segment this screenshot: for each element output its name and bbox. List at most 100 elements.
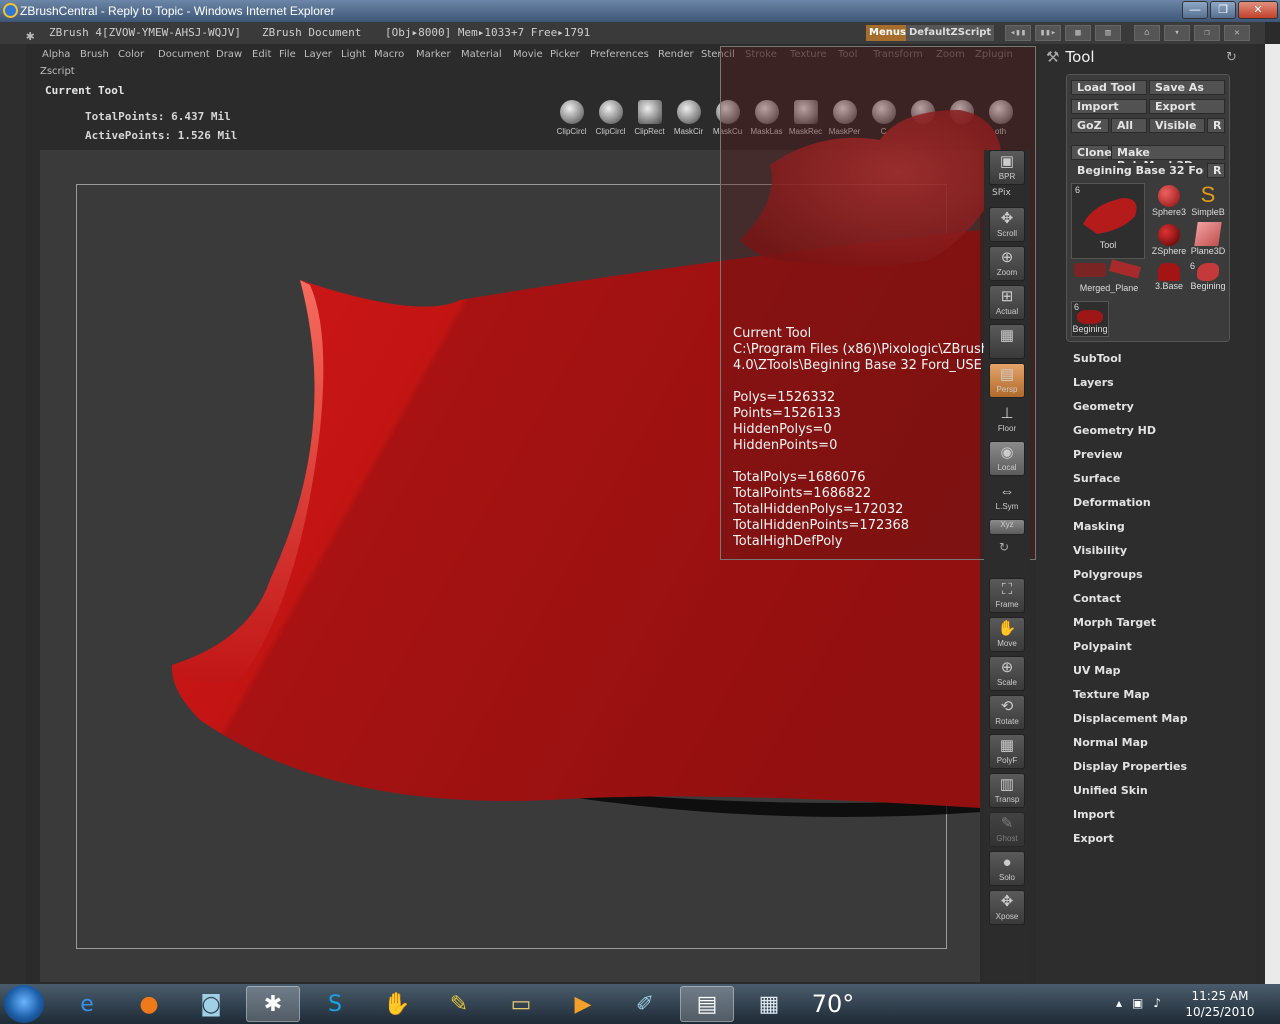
- tool-subpalettes: SubTool Layers Geometry Geometry HD Prev…: [1073, 352, 1188, 856]
- taskbar-firefox-icon[interactable]: ●: [122, 986, 176, 1022]
- frame-button[interactable]: ⛶ Frame: [989, 578, 1025, 613]
- transp-button[interactable]: ▥ Transp: [989, 773, 1025, 808]
- subpalette-visibility[interactable]: Visibility: [1073, 544, 1188, 568]
- tool-plane3d[interactable]: Plane3D: [1188, 222, 1228, 256]
- goz-r-button[interactable]: R: [1207, 118, 1225, 133]
- floor-button[interactable]: ⊥ Floor: [989, 402, 1025, 437]
- floor-icon: ⊥: [1000, 405, 1014, 422]
- subpalette-unified-skin[interactable]: Unified Skin: [1073, 784, 1188, 808]
- move-icon: ✋: [997, 620, 1017, 637]
- aahalf-button[interactable]: ▦: [989, 324, 1025, 359]
- visible-button[interactable]: Visible: [1149, 118, 1205, 133]
- browser-scrollbar[interactable]: [1265, 44, 1280, 984]
- subpalette-morph-target[interactable]: Morph Target: [1073, 616, 1188, 640]
- weather-gadget[interactable]: 70°: [806, 986, 860, 1022]
- taskbar-pen-icon[interactable]: ✎: [432, 986, 486, 1022]
- rotate-axis-icon[interactable]: ↻: [999, 540, 1009, 554]
- goz-button[interactable]: GoZ: [1071, 118, 1109, 133]
- rotate-button[interactable]: ⟲ Rotate: [989, 695, 1025, 730]
- bpr-icon: ▣: [999, 153, 1015, 170]
- import-button[interactable]: Import: [1071, 99, 1147, 114]
- windows-taskbar: e ● ◙ ✱ S ✋ ✎ ▭ ▶ ✐ ▤ ▦ 70° ▴ ▣ ♪ 11:25 …: [0, 984, 1280, 1024]
- subpalette-surface[interactable]: Surface: [1073, 472, 1188, 496]
- all-button[interactable]: All: [1111, 118, 1147, 133]
- aahalf-icon: ▦: [999, 327, 1015, 344]
- taskbar-hand-icon[interactable]: ✋: [370, 986, 424, 1022]
- volume-icon[interactable]: ♪: [1153, 996, 1161, 1010]
- tool-sphere3d[interactable]: Sphere3: [1149, 185, 1189, 217]
- subpalette-masking[interactable]: Masking: [1073, 520, 1188, 544]
- polyf-button[interactable]: ▦ PolyF: [989, 734, 1025, 769]
- xyz-button[interactable]: Xyz: [989, 519, 1025, 535]
- subpalette-geometry-hd[interactable]: Geometry HD: [1073, 424, 1188, 448]
- actual-button[interactable]: ⊞ Actual: [989, 285, 1025, 320]
- tray-arrow-icon[interactable]: ▴: [1116, 996, 1122, 1010]
- scroll-button[interactable]: ✥ Scroll: [989, 207, 1025, 242]
- clone-button[interactable]: Clone: [1071, 145, 1112, 160]
- tool-palette-header: ⚒ Tool: [1046, 48, 1095, 66]
- subpalette-normal-map[interactable]: Normal Map: [1073, 736, 1188, 760]
- make-polymesh-button[interactable]: Make PolyMesh3D: [1111, 145, 1225, 172]
- solo-button[interactable]: ● Solo: [989, 851, 1025, 886]
- taskbar-zbrush-icon[interactable]: ✱: [246, 986, 300, 1022]
- move-button[interactable]: ✋ Move: [989, 617, 1025, 652]
- subpalette-import[interactable]: Import: [1073, 808, 1188, 832]
- base-icon: [1158, 263, 1180, 281]
- subpalette-uv-map[interactable]: UV Map: [1073, 664, 1188, 688]
- subpalette-layers[interactable]: Layers: [1073, 376, 1188, 400]
- scale-icon: ⊕: [1000, 659, 1014, 676]
- taskbar-media-icon[interactable]: ▶: [556, 986, 610, 1022]
- tool-box: Load Tool Save As Import Export GoZ All …: [1066, 74, 1230, 342]
- taskbar-window-icon[interactable]: ▦: [742, 986, 796, 1022]
- taskbar-paint-icon[interactable]: ✐: [618, 986, 672, 1022]
- subpalette-deformation[interactable]: Deformation: [1073, 496, 1188, 520]
- start-button[interactable]: [4, 985, 44, 1023]
- subpalette-polygroups[interactable]: Polygroups: [1073, 568, 1188, 592]
- subpalette-subtool[interactable]: SubTool: [1073, 352, 1188, 376]
- taskbar-app-icon[interactable]: ◙: [184, 986, 238, 1022]
- tool-base[interactable]: 3.Base: [1149, 263, 1189, 291]
- tool-begining-2[interactable]: 6 Begining: [1071, 301, 1109, 337]
- taskbar-folder-icon[interactable]: ▭: [494, 986, 548, 1022]
- reload-icon[interactable]: ↻: [1226, 50, 1237, 65]
- zoom-button[interactable]: ⊕ Zoom: [989, 246, 1025, 281]
- taskbar-clock[interactable]: 11:25 AM 10/25/2010: [1180, 988, 1260, 1020]
- subpalette-export[interactable]: Export: [1073, 832, 1188, 856]
- persp-button[interactable]: ▤ Persp: [989, 363, 1025, 398]
- system-tray: ▴ ▣ ♪: [1116, 996, 1161, 1010]
- subpalette-displacement-map[interactable]: Displacement Map: [1073, 712, 1188, 736]
- tool-simplebrush[interactable]: S SimpleB: [1188, 183, 1228, 218]
- scroll-icon: ✥: [1000, 210, 1014, 227]
- taskbar-doc-icon[interactable]: ▤: [680, 986, 734, 1022]
- scale-button[interactable]: ⊕ Scale: [989, 656, 1025, 691]
- taskbar-skype-icon[interactable]: S: [308, 986, 362, 1022]
- subpalette-geometry[interactable]: Geometry: [1073, 400, 1188, 424]
- save-as-button[interactable]: Save As: [1149, 80, 1225, 95]
- tool-merged-plane[interactable]: Merged_Plane: [1071, 259, 1147, 293]
- tool-zsphere[interactable]: ZSphere: [1149, 224, 1189, 256]
- subpalette-texture-map[interactable]: Texture Map: [1073, 688, 1188, 712]
- tool-begining[interactable]: 6 Begining: [1188, 261, 1228, 291]
- tool-r-button[interactable]: R: [1207, 163, 1225, 178]
- taskbar-ie-icon[interactable]: e: [60, 986, 114, 1022]
- load-tool-button[interactable]: Load Tool: [1071, 80, 1147, 95]
- lsym-button[interactable]: ⇔ L.Sym: [989, 480, 1025, 515]
- subpalette-display-properties[interactable]: Display Properties: [1073, 760, 1188, 784]
- network-icon[interactable]: ▣: [1132, 996, 1143, 1010]
- xpose-button[interactable]: ✥ Xpose: [989, 890, 1025, 925]
- current-tool-name[interactable]: Begining Base 32 Ford: [1071, 163, 1205, 178]
- current-tool-info-text: Current Tool C:\Program Files (x86)\Pixo…: [733, 326, 990, 549]
- bpr-button[interactable]: ▣ BPR: [989, 150, 1025, 185]
- spix-label[interactable]: SPix: [992, 188, 1011, 198]
- local-button[interactable]: ◉ Local: [989, 441, 1025, 476]
- rotate-icon: ⟲: [1000, 698, 1014, 715]
- xpose-icon: ✥: [1000, 893, 1014, 910]
- subpalette-polypaint[interactable]: Polypaint: [1073, 640, 1188, 664]
- current-tool-preview-icon: [1083, 198, 1137, 234]
- subpalette-preview[interactable]: Preview: [1073, 448, 1188, 472]
- export-button[interactable]: Export: [1149, 99, 1225, 114]
- lsym-icon: ⇔: [999, 483, 1015, 500]
- subpalette-contact[interactable]: Contact: [1073, 592, 1188, 616]
- current-tool-thumbnail[interactable]: 6 Tool: [1071, 183, 1145, 259]
- ghost-button[interactable]: ✎ Ghost: [989, 812, 1025, 847]
